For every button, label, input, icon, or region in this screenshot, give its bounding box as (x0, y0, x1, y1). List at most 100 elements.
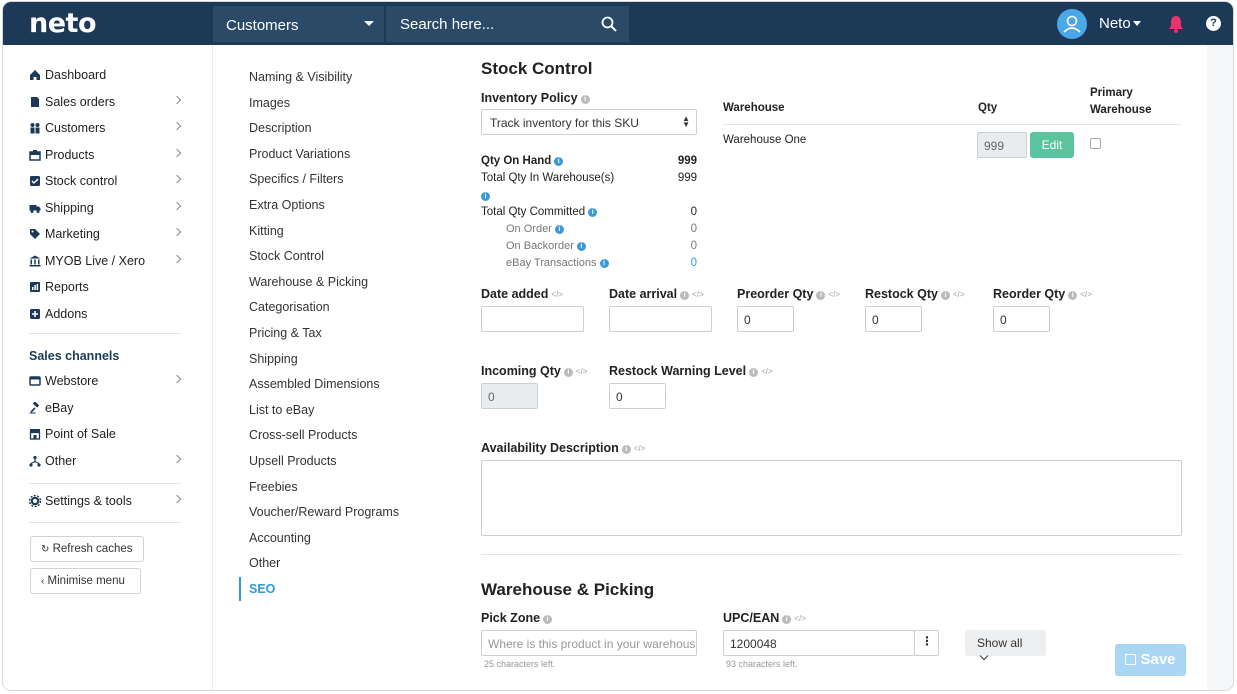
sidebar-item-ebay[interactable]: eBay (29, 398, 184, 420)
more-options-icon[interactable]: ⋮ (914, 630, 939, 656)
sidebar-item-reports[interactable]: Reports (29, 277, 184, 299)
edit-warehouse-qty-button[interactable]: Edit (1030, 132, 1074, 158)
info-icon[interactable]: i (543, 615, 553, 624)
sidebar-item-marketing[interactable]: Marketing (29, 224, 184, 246)
refresh-caches-button[interactable]: ↻ Refresh caches (30, 536, 144, 562)
code-icon[interactable]: </> (576, 367, 588, 376)
info-icon[interactable]: i (1068, 291, 1078, 300)
restock-warning-level-input[interactable]: 0 (609, 383, 666, 409)
info-icon[interactable]: i (749, 368, 759, 377)
sidebar-item-point-of-sale[interactable]: Point of Sale (29, 424, 184, 446)
section-nav-extra-options[interactable]: Extra Options (249, 198, 325, 212)
info-icon[interactable]: i (576, 242, 586, 251)
info-icon[interactable]: i (816, 291, 826, 300)
section-nav-naming-visibility[interactable]: Naming & Visibility (249, 70, 352, 84)
chevron-right-icon (172, 148, 182, 157)
sidebar-item-webstore[interactable]: Webstore (29, 371, 184, 393)
sidebar-item-products[interactable]: Products (29, 145, 184, 167)
section-nav-specifics-filters[interactable]: Specifics / Filters (249, 172, 343, 186)
show-all-button[interactable]: Show all (965, 630, 1046, 661)
availability-description-textarea[interactable] (481, 460, 1182, 536)
sidebar-item-sales-orders[interactable]: Sales orders (29, 92, 184, 114)
info-icon[interactable]: i (554, 157, 564, 166)
info-icon[interactable]: i (580, 95, 590, 104)
sidebar-item-stock-control[interactable]: Stock control (29, 171, 184, 193)
section-nav-freebies[interactable]: Freebies (249, 480, 298, 494)
neto-logo[interactable]: neto (29, 8, 97, 39)
code-icon[interactable]: </> (761, 367, 773, 376)
code-icon[interactable]: </> (1080, 290, 1092, 299)
info-icon[interactable]: i (588, 208, 598, 217)
preorder-qty-input[interactable]: 0 (737, 306, 794, 332)
sidebar-item-myob-live-xero[interactable]: MYOB Live / Xero (29, 251, 184, 273)
section-nav-accounting[interactable]: Accounting (249, 531, 311, 545)
minimise-menu-label: Minimise menu (47, 575, 125, 587)
section-nav-categorisation[interactable]: Categorisation (249, 300, 330, 314)
module-dropdown[interactable]: Customers (213, 6, 384, 42)
sidebar-item-label: Shipping (45, 200, 94, 215)
search-input[interactable]: Search here... (386, 6, 629, 42)
top-navigation-bar: neto Customers Search here... Neto ? (3, 2, 1233, 45)
code-icon[interactable]: </> (551, 290, 563, 299)
upc-ean-input[interactable]: 1200048 (723, 630, 915, 656)
sidebar-item-label: Point of Sale (45, 427, 116, 441)
sidebar-divider (29, 333, 181, 334)
section-nav-warehouse-picking[interactable]: Warehouse & Picking (249, 275, 368, 289)
section-nav-shipping[interactable]: Shipping (249, 352, 298, 366)
section-nav-assembled-dimensions[interactable]: Assembled Dimensions (249, 377, 380, 391)
code-icon[interactable]: </> (794, 614, 806, 623)
sidebar-item-addons[interactable]: Addons (29, 304, 184, 326)
section-nav-voucher-reward-programs[interactable]: Voucher/Reward Programs (249, 505, 399, 519)
section-nav-pricing-tax[interactable]: Pricing & Tax (249, 326, 322, 340)
info-icon[interactable]: i (680, 291, 690, 300)
section-nav-cross-sell-products[interactable]: Cross-sell Products (249, 428, 357, 442)
code-icon[interactable]: </> (953, 290, 965, 299)
chevron-right-icon (172, 374, 182, 384)
user-name-menu[interactable]: Neto (1099, 15, 1131, 32)
code-icon[interactable]: </> (828, 290, 840, 299)
sidebar-item-customers[interactable]: Customers (29, 118, 184, 140)
info-icon[interactable]: i (481, 192, 490, 201)
reorder-qty-input[interactable]: 0 (993, 306, 1050, 332)
user-avatar[interactable] (1057, 9, 1087, 39)
sidebar-item-shipping[interactable]: Shipping (29, 198, 184, 220)
primary-warehouse-checkbox[interactable] (1090, 138, 1101, 149)
sidebar-item-label: Dashboard (45, 68, 107, 82)
warehouse-picking-heading: Warehouse & Picking (481, 580, 655, 599)
sidebar-item-label: Products (45, 147, 95, 162)
ebay-transactions-link[interactable]: 0 (637, 257, 697, 269)
search-icon[interactable] (601, 16, 617, 32)
section-nav-list-to-ebay[interactable]: List to eBay (249, 403, 314, 417)
section-nav-product-variations[interactable]: Product Variations (249, 147, 350, 161)
sidebar-item-settings-tools[interactable]: Settings & tools (29, 491, 184, 513)
restock-qty-input[interactable]: 0 (865, 306, 922, 332)
info-icon[interactable]: i (599, 259, 609, 268)
section-nav-kitting[interactable]: Kitting (249, 224, 284, 238)
section-nav-images[interactable]: Images (249, 96, 290, 110)
info-icon[interactable]: i (782, 615, 792, 624)
section-nav-upsell-products[interactable]: Upsell Products (249, 454, 337, 468)
section-nav-other[interactable]: Other (249, 556, 280, 570)
section-nav-stock-control[interactable]: Stock Control (249, 249, 324, 263)
code-icon[interactable]: </> (634, 444, 646, 453)
section-nav-seo[interactable]: SEO (249, 582, 275, 596)
sidebar-item-other[interactable]: Other (29, 451, 184, 473)
info-icon[interactable]: i (563, 368, 573, 377)
sitemap-icon (29, 455, 41, 467)
date-arrival-input[interactable] (609, 306, 712, 332)
date-added-input[interactable] (481, 306, 584, 332)
sidebar-item-dashboard[interactable]: Dashboard (29, 65, 184, 87)
minimise-menu-button[interactable]: ‹ Minimise menu (30, 568, 141, 594)
info-icon[interactable]: i (940, 291, 950, 300)
caret-down-icon[interactable] (1133, 21, 1141, 26)
save-button[interactable]: Save (1115, 644, 1186, 676)
pick-zone-input[interactable]: Where is this product in your warehouse? (481, 630, 697, 656)
info-icon[interactable]: i (554, 225, 564, 234)
section-nav-description[interactable]: Description (249, 121, 312, 135)
help-icon[interactable]: ? (1206, 16, 1221, 31)
info-icon[interactable]: i (621, 445, 631, 454)
inventory-policy-select[interactable]: Track inventory for this SKU ▲ ▼ (481, 109, 697, 135)
bell-icon[interactable] (1168, 15, 1184, 33)
box-icon (29, 149, 41, 161)
code-icon[interactable]: </> (692, 290, 704, 299)
